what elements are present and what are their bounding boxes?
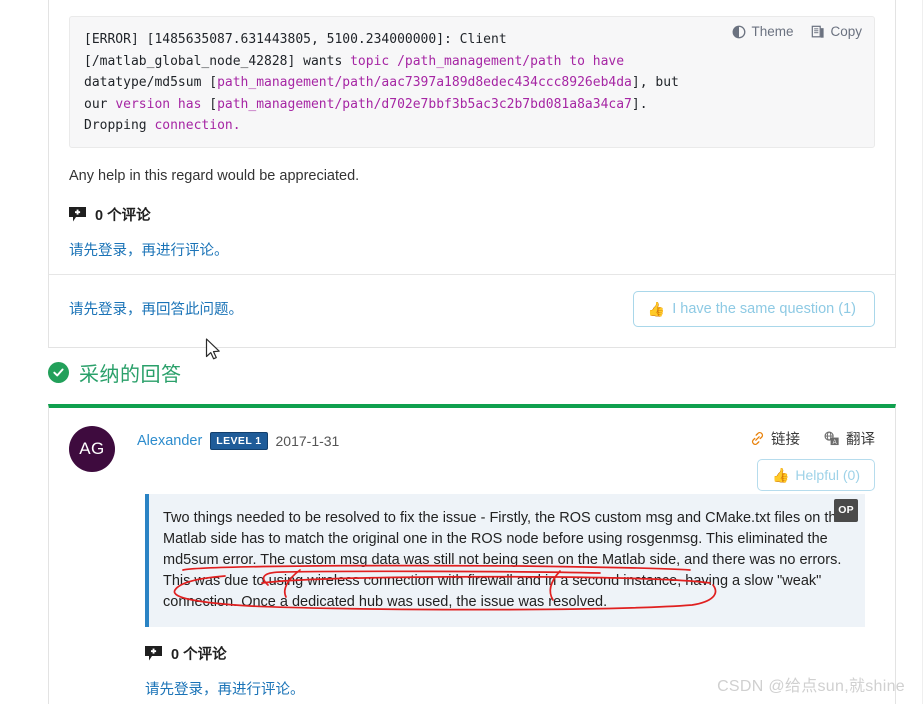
copy-icon bbox=[812, 25, 825, 38]
same-question-button[interactable]: 👍 I have the same question (1) bbox=[632, 290, 875, 327]
answer-body: OP Two things needed to be resolved to f… bbox=[145, 494, 865, 627]
question-comment-row[interactable]: 0 个评论 bbox=[69, 204, 875, 225]
op-badge: OP bbox=[834, 499, 858, 522]
comment-bubble-icon bbox=[145, 646, 162, 661]
helpful-button[interactable]: 👍 Helpful (0) bbox=[756, 459, 875, 491]
csdn-watermark: CSDN @给点sun,就shine bbox=[717, 678, 905, 695]
helpful-label: Helpful (0) bbox=[795, 467, 860, 483]
check-mark-icon bbox=[53, 368, 64, 377]
question-comment-count: 0 个评论 bbox=[95, 207, 151, 224]
answer-meta: Alexander LEVEL 1 2017-1-31 bbox=[137, 426, 339, 450]
code-token: our bbox=[84, 96, 116, 112]
answer-date: 2017-1-31 bbox=[275, 432, 340, 449]
code-token: [ bbox=[209, 96, 218, 112]
translate-icon: A bbox=[824, 431, 839, 446]
mouse-cursor bbox=[205, 338, 220, 360]
translate-action-label: 翻译 bbox=[846, 432, 875, 448]
translate-action[interactable]: A 翻译 bbox=[824, 428, 875, 449]
code-block: Theme Copy [ERROR] [1485635087.631443805… bbox=[69, 16, 875, 148]
code-token: datatype/md5sum [ bbox=[84, 75, 218, 90]
code-token: ], but bbox=[631, 75, 679, 90]
theme-icon bbox=[733, 25, 746, 38]
answer-author-link[interactable]: Alexander bbox=[137, 433, 202, 449]
answer-comment-login-link[interactable]: 请先登录，再进行评论。 bbox=[145, 678, 305, 699]
link-action[interactable]: 链接 bbox=[750, 428, 800, 449]
avatar[interactable]: AG bbox=[69, 426, 115, 472]
code-token: path_management/path/d702e7bbf3b5ac3c2b7… bbox=[217, 96, 632, 112]
answer-card-inner: AG Alexander LEVEL 1 2017-1-31 链接 A 翻译 👍… bbox=[49, 408, 895, 699]
code-token: topic /path_management/path to have bbox=[350, 53, 625, 69]
thumbs-up-icon: 👍 bbox=[647, 300, 666, 317]
question-body: Theme Copy [ERROR] [1485635087.631443805… bbox=[49, 0, 895, 274]
code-content[interactable]: [ERROR] [1485635087.631443805, 5100.2340… bbox=[84, 29, 860, 137]
answer-comment-row[interactable]: 0 个评论 bbox=[145, 643, 875, 664]
accepted-answer-title: 采纳的回答 bbox=[79, 364, 182, 386]
link-action-label: 链接 bbox=[771, 432, 800, 448]
comment-bubble-icon bbox=[69, 206, 86, 221]
answer-card: AG Alexander LEVEL 1 2017-1-31 链接 A 翻译 👍… bbox=[48, 404, 896, 704]
accepted-answer-heading: 采纳的回答 bbox=[48, 358, 182, 387]
code-token: Dropping bbox=[84, 118, 155, 133]
code-toolbar: Theme Copy bbox=[732, 24, 862, 39]
answer-comment-count: 0 个评论 bbox=[171, 647, 227, 663]
link-icon bbox=[751, 432, 764, 445]
page-root: Theme Copy [ERROR] [1485635087.631443805… bbox=[0, 0, 923, 704]
question-closing-paragraph: Any help in this regard would be appreci… bbox=[69, 167, 360, 184]
theme-button[interactable]: Theme bbox=[732, 24, 793, 39]
question-footer: 请先登录，再回答此问题。 👍 I have the same question … bbox=[49, 273, 895, 347]
answer-login-link[interactable]: 请先登录，再回答此问题。 bbox=[69, 298, 243, 319]
level-badge: LEVEL 1 bbox=[210, 432, 268, 450]
question-card: Theme Copy [ERROR] [1485635087.631443805… bbox=[48, 0, 896, 348]
copy-button[interactable]: Copy bbox=[811, 24, 862, 39]
code-token: version has bbox=[115, 96, 210, 112]
theme-label: Theme bbox=[751, 24, 794, 39]
helpful-thumbs-up-icon: 👍 bbox=[771, 467, 790, 483]
same-question-label: I have the same question (1) bbox=[672, 300, 856, 317]
answer-actions: 链接 A 翻译 👍 Helpful (0) bbox=[750, 428, 875, 491]
copy-label: Copy bbox=[830, 24, 862, 39]
code-token: ]. bbox=[631, 96, 648, 112]
svg-text:A: A bbox=[833, 440, 837, 446]
check-circle-icon bbox=[48, 362, 69, 383]
answer-links: 链接 A 翻译 bbox=[750, 428, 875, 449]
code-token: [ERROR] [1485635087.631443805, 5100.2340… bbox=[84, 32, 507, 47]
code-token: connection. bbox=[154, 118, 241, 133]
code-token: path_management/path/aac7397a189d8edec43… bbox=[217, 75, 632, 90]
code-token: [/matlab_global_node_42828] wants bbox=[84, 53, 351, 69]
question-comment-login-link[interactable]: 请先登录，再进行评论。 bbox=[69, 239, 229, 260]
answer-body-text: Two things needed to be resolved to fix … bbox=[163, 510, 845, 610]
